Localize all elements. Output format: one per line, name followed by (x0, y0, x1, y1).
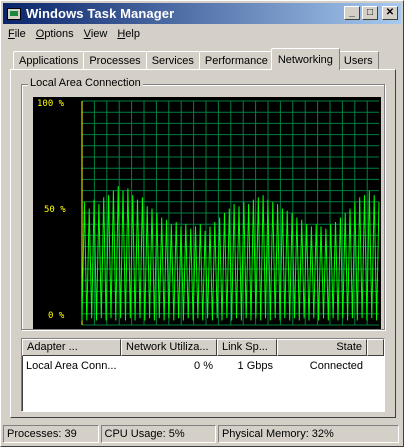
networking-panel: Local Area Connection 100 % 50 % 0 % Ada… (10, 69, 396, 418)
adapter-list[interactable]: Adapter ... Network Utiliza... Link Sp..… (21, 338, 385, 412)
status-cpu-usage: CPU Usage: 5% (100, 425, 216, 443)
status-bar: Processes: 39 CPU Usage: 5% Physical Mem… (3, 425, 401, 444)
status-processes: Processes: 39 (3, 425, 99, 443)
graph-groupbox: Local Area Connection 100 % 50 % 0 % (21, 77, 385, 330)
column-network-utilization[interactable]: Network Utiliza... (121, 339, 217, 356)
menu-bar: File Options View Help (3, 25, 401, 43)
close-button[interactable]: ✕ (382, 6, 398, 20)
column-adapter[interactable]: Adapter ... (22, 339, 121, 356)
column-link-speed[interactable]: Link Sp... (217, 339, 277, 356)
window-title: Windows Task Manager (26, 6, 175, 21)
menu-options[interactable]: Options (31, 28, 79, 40)
tab-strip: Applications Processes Services Performa… (13, 48, 379, 70)
task-manager-icon (7, 7, 21, 20)
tab-applications[interactable]: Applications (13, 51, 85, 70)
menu-help[interactable]: Help (112, 28, 145, 40)
menu-view[interactable]: View (79, 28, 113, 40)
task-manager-window: Windows Task Manager _ □ ✕ File Options … (0, 0, 404, 447)
title-bar[interactable]: Windows Task Manager _ □ ✕ (3, 3, 401, 24)
close-icon: ✕ (385, 7, 395, 18)
tab-services[interactable]: Services (145, 51, 200, 70)
column-state[interactable]: State (277, 339, 367, 356)
tab-users[interactable]: Users (337, 51, 379, 70)
minimize-button[interactable]: _ (344, 6, 360, 20)
status-physical-memory: Physical Memory: 32% (217, 425, 400, 443)
tab-performance[interactable]: Performance (198, 51, 274, 70)
tab-networking[interactable]: Networking (270, 48, 340, 70)
cell-adapter: Local Area Conn... (26, 360, 117, 372)
minimize-icon: _ (349, 7, 355, 18)
column-filler (367, 339, 384, 356)
menu-file[interactable]: File (3, 28, 31, 40)
cell-utilization: 0 % (194, 360, 213, 372)
graph-title: Local Area Connection (28, 77, 143, 89)
cell-state: Connected (309, 360, 363, 372)
maximize-icon: □ (366, 7, 374, 18)
cell-link-speed: 1 Gbps (237, 360, 273, 372)
graph-plot (81, 100, 380, 326)
tab-processes[interactable]: Processes (83, 51, 147, 70)
list-header: Adapter ... Network Utiliza... Link Sp..… (22, 339, 384, 356)
network-graph: 100 % 50 % 0 % (33, 97, 381, 329)
maximize-button[interactable]: □ (362, 6, 378, 20)
list-item[interactable]: Local Area Conn... 0 % 1 Gbps Connected (22, 358, 384, 374)
